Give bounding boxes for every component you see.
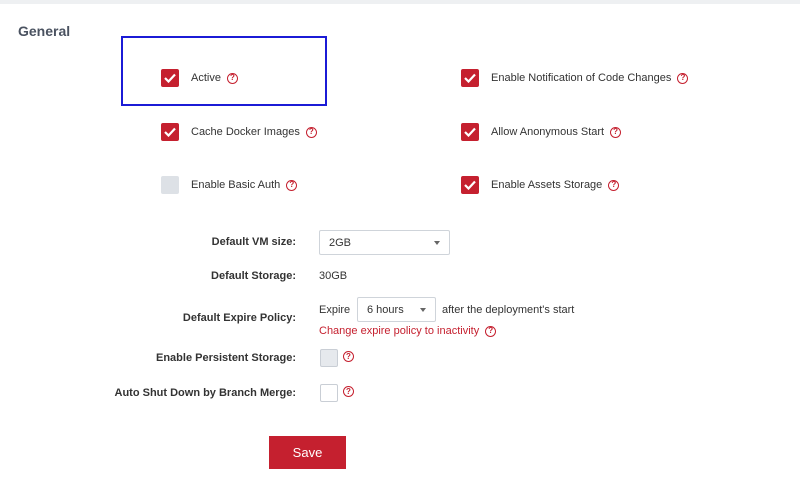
help-icon[interactable]: ? bbox=[343, 351, 354, 362]
help-icon[interactable]: ? bbox=[677, 72, 689, 84]
section-title: General bbox=[18, 23, 71, 39]
auto-shutdown-checkbox[interactable] bbox=[320, 384, 338, 402]
persistent-storage-checkbox[interactable] bbox=[320, 349, 338, 367]
cache-docker-label: Cache Docker Images bbox=[191, 126, 300, 138]
checkbox-row-notification[interactable]: Enable Notification of Code Changes ? bbox=[461, 69, 689, 87]
checkmark-icon bbox=[464, 127, 476, 137]
notification-label: Enable Notification of Code Changes bbox=[491, 72, 672, 84]
checkbox-row-assets-storage[interactable]: Enable Assets Storage ? bbox=[461, 176, 620, 194]
help-icon[interactable]: ? bbox=[610, 126, 622, 138]
notification-checkbox[interactable] bbox=[461, 69, 479, 87]
checkmark-icon bbox=[464, 73, 476, 83]
help-icon[interactable]: ? bbox=[226, 72, 238, 84]
expire-policy-label: Default Expire Policy: bbox=[182, 312, 296, 324]
checkmark-icon bbox=[164, 73, 176, 83]
help-icon[interactable]: ? bbox=[485, 325, 497, 337]
vm-size-select[interactable]: 2GB bbox=[319, 230, 450, 255]
expire-suffix: after the deployment's start bbox=[442, 304, 575, 316]
save-button[interactable]: Save bbox=[269, 436, 346, 469]
basic-auth-label: Enable Basic Auth bbox=[191, 179, 281, 191]
active-label: Active bbox=[191, 72, 221, 84]
help-icon[interactable]: ? bbox=[343, 386, 354, 397]
checkbox-row-basic-auth[interactable]: Enable Basic Auth ? bbox=[161, 176, 298, 194]
cache-docker-checkbox[interactable] bbox=[161, 123, 179, 141]
chevron-down-icon bbox=[420, 307, 426, 312]
vm-size-label: Default VM size: bbox=[211, 236, 296, 248]
storage-label: Default Storage: bbox=[211, 270, 296, 282]
anonymous-start-label: Allow Anonymous Start bbox=[491, 126, 605, 138]
expire-prefix: Expire bbox=[319, 304, 351, 316]
chevron-down-icon bbox=[434, 240, 440, 245]
anonymous-start-checkbox[interactable] bbox=[461, 123, 479, 141]
checkbox-row-cache-docker[interactable]: Cache Docker Images ? bbox=[161, 123, 317, 141]
checkmark-icon bbox=[164, 127, 176, 137]
auto-shutdown-label: Auto Shut Down by Branch Merge: bbox=[114, 387, 297, 399]
help-icon[interactable]: ? bbox=[608, 179, 620, 191]
checkmark-icon bbox=[464, 180, 476, 190]
checkbox-row-anonymous-start[interactable]: Allow Anonymous Start ? bbox=[461, 123, 622, 141]
change-expire-policy-link[interactable]: Change expire policy to inactivity ? bbox=[319, 325, 497, 337]
checkbox-row-active[interactable]: Active ? bbox=[161, 69, 238, 87]
help-icon[interactable]: ? bbox=[286, 179, 298, 191]
expire-duration-select[interactable]: 6 hours bbox=[357, 297, 436, 322]
basic-auth-checkbox[interactable] bbox=[161, 176, 179, 194]
storage-value: 30GB bbox=[319, 270, 348, 282]
help-icon[interactable]: ? bbox=[305, 126, 317, 138]
assets-storage-checkbox[interactable] bbox=[461, 176, 479, 194]
assets-storage-label: Enable Assets Storage bbox=[491, 179, 603, 191]
active-checkbox[interactable] bbox=[161, 69, 179, 87]
expire-duration-value: 6 hours bbox=[367, 303, 404, 316]
top-bar bbox=[0, 0, 800, 4]
change-expire-policy-text[interactable]: Change expire policy to inactivity bbox=[319, 325, 479, 337]
persistent-storage-label: Enable Persistent Storage: bbox=[156, 352, 296, 364]
vm-size-value: 2GB bbox=[329, 236, 352, 249]
